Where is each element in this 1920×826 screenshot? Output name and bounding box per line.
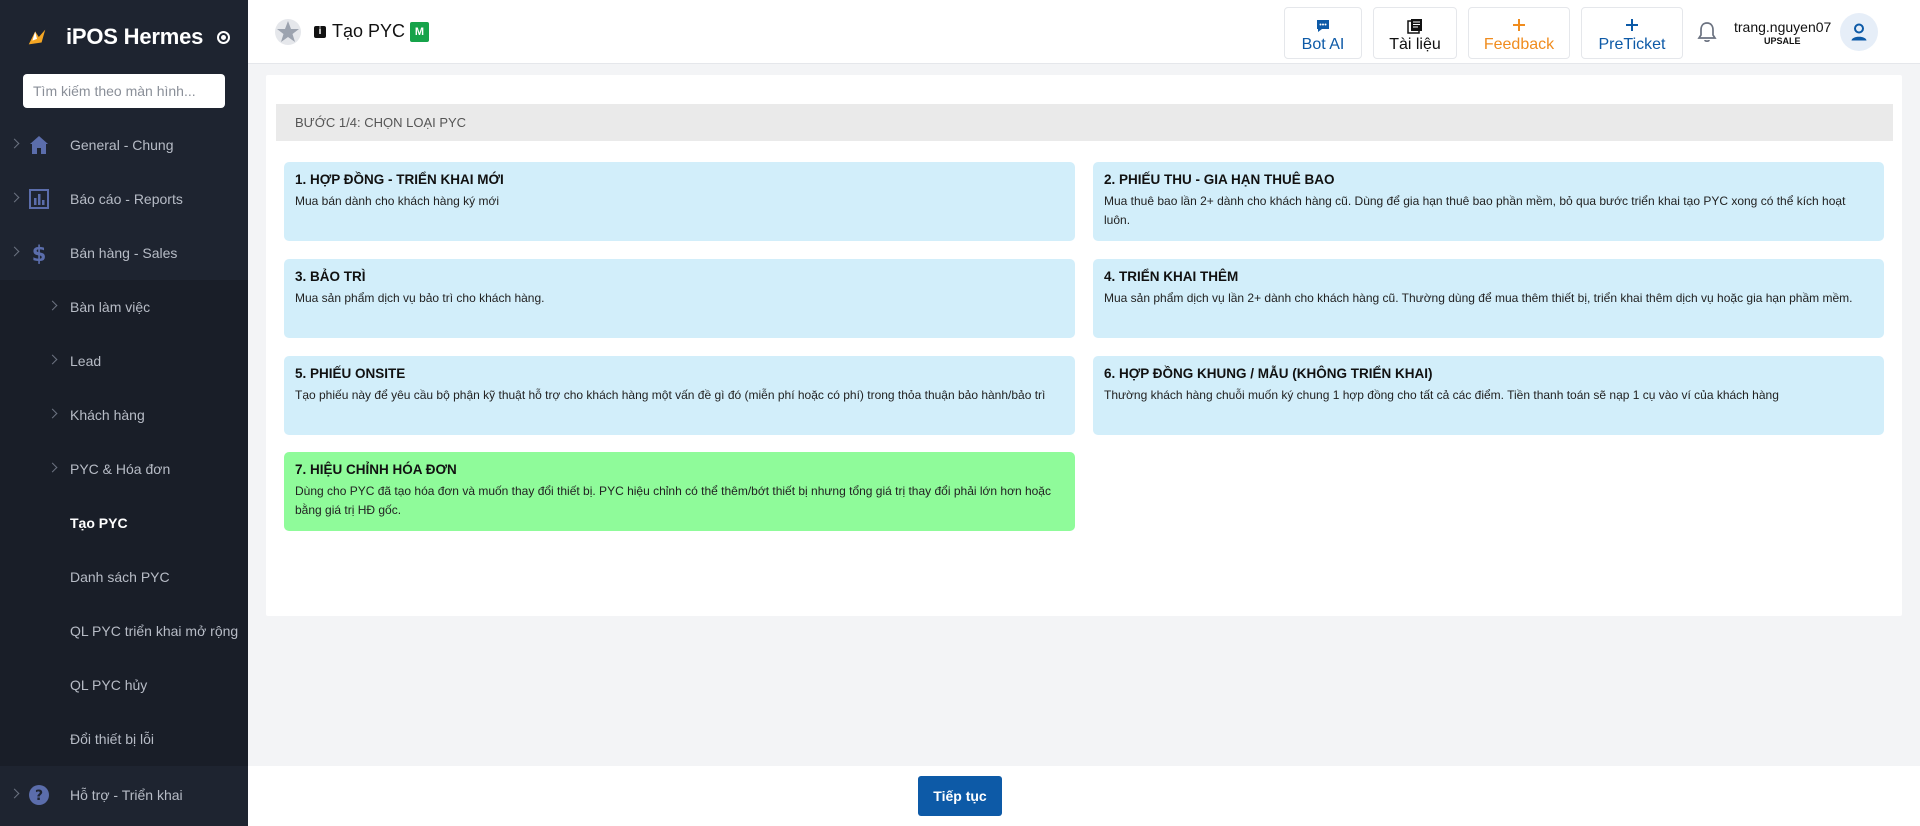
option-description: Mua sản phẩm dịch vụ lần 2+ dành cho khá…	[1104, 291, 1853, 305]
book-icon	[1407, 19, 1422, 34]
info-icon[interactable]: i	[314, 26, 326, 38]
option-phieu-thu-gia-han[interactable]: 2. PHIẾU THU - GIA HẠN THUÊ BAO Mua thuê…	[1093, 162, 1884, 241]
sidebar-item-ql-pyc-huy[interactable]: QL PYC hủy	[0, 658, 248, 712]
home-icon	[30, 136, 48, 154]
option-trien-khai-them[interactable]: 4. TRIỂN KHAI THÊM Mua sản phẩm dịch vụ …	[1093, 259, 1884, 338]
sidebar: iPOS Hermes General - Chung Báo cáo - Re…	[0, 0, 248, 826]
sidebar-item-lead[interactable]: Lead	[0, 334, 248, 388]
option-description: Mua sản phẩm dịch vụ bảo trì cho khách h…	[295, 291, 545, 305]
sidebar-search-input[interactable]	[23, 74, 225, 108]
sidebar-item-khach-hang[interactable]: Khách hàng	[0, 388, 248, 442]
feedback-button[interactable]: Feedback	[1468, 7, 1570, 59]
sidebar-item-label: Khách hàng	[70, 407, 145, 423]
help-icon: ?	[29, 785, 49, 805]
chevron-right-icon	[9, 788, 20, 799]
option-hop-dong-trien-khai-moi[interactable]: 1. HỢP ĐỒNG - TRIỂN KHAI MỚI Mua bán dàn…	[284, 162, 1075, 241]
sidebar-item-sales[interactable]: $ Bán hàng - Sales	[0, 226, 248, 280]
chevron-right-icon	[9, 192, 20, 203]
option-description: Tạo phiếu này để yêu cầu bộ phận kỹ thuậ…	[295, 388, 1046, 402]
step-label: BƯỚC 1/4: CHỌN LOẠI PYC	[295, 115, 467, 130]
sidebar-item-tao-pyc[interactable]: Tạo PYC	[0, 496, 248, 550]
option-title: 1. HỢP ĐỒNG - TRIỂN KHAI MỚI	[295, 172, 504, 187]
option-description: Dùng cho PYC đã tạo hóa đơn và muốn thay…	[295, 484, 1051, 517]
chevron-right-icon	[9, 138, 20, 149]
mode-badge: M	[410, 22, 429, 42]
chevron-right-icon	[47, 408, 58, 419]
sidebar-item-pyc-hoa-don[interactable]: PYC & Hóa đơn	[0, 442, 248, 496]
plus-icon	[1626, 19, 1638, 31]
dollar-icon: $	[32, 242, 47, 265]
main-panel: BƯỚC 1/4: CHỌN LOẠI PYC 1. HỢP ĐỒNG - TR…	[266, 75, 1902, 616]
sidebar-item-label: Bán hàng - Sales	[70, 245, 178, 261]
plus-icon	[1513, 19, 1525, 31]
tai-lieu-label: Tài liệu	[1389, 36, 1441, 53]
ipos-logo-icon	[28, 29, 46, 45]
option-description: Mua thuê bao lần 2+ dành cho khách hàng …	[1104, 194, 1846, 227]
sidebar-item-label: Hỗ trợ - Triển khai	[70, 787, 183, 803]
sidebar-item-label: General - Chung	[70, 137, 174, 153]
feedback-label: Feedback	[1483, 36, 1555, 53]
page-title: Tạo PYC	[332, 21, 406, 41]
option-phieu-onsite[interactable]: 5. PHIẾU ONSITE Tạo phiếu này để yêu cầu…	[284, 356, 1075, 435]
step-header: BƯỚC 1/4: CHỌN LOẠI PYC	[276, 104, 1893, 141]
user-name[interactable]: trang.nguyen07	[1734, 19, 1831, 35]
sidebar-item-label: Bàn làm việc	[70, 299, 151, 315]
tai-lieu-button[interactable]: Tài liệu	[1373, 7, 1457, 59]
option-title: 7. HIỆU CHỈNH HÓA ĐƠN	[295, 462, 457, 477]
option-bao-tri[interactable]: 3. BẢO TRÌ Mua sản phẩm dịch vụ bảo trì …	[284, 259, 1075, 338]
star-icon[interactable]	[274, 18, 302, 46]
chevron-right-icon	[47, 462, 58, 473]
sidebar-item-label: Đổi thiết bị lỗi	[70, 731, 155, 747]
sidebar-item-ql-pyc-trien-khai[interactable]: QL PYC triển khai mở rộng	[0, 604, 248, 658]
app-name: iPOS Hermes	[66, 24, 204, 49]
sidebar-item-label: Danh sách PYC	[70, 569, 170, 585]
option-hop-dong-khung[interactable]: 6. HỢP ĐỒNG KHUNG / MẪU (KHÔNG TRIỂN KHA…	[1093, 356, 1884, 435]
option-title: 2. PHIẾU THU - GIA HẠN THUÊ BAO	[1104, 172, 1335, 187]
sidebar-item-label: Lead	[70, 353, 102, 369]
sidebar-item-ban-lam-viec[interactable]: Bàn làm việc	[0, 280, 248, 334]
preticket-button[interactable]: PreTicket	[1581, 7, 1683, 59]
option-description: Mua bán dành cho khách hàng ký mới	[295, 194, 499, 208]
record-icon[interactable]	[217, 30, 231, 44]
sidebar-item-label: PYC & Hóa đơn	[70, 461, 171, 477]
continue-button[interactable]: Tiếp tục	[918, 776, 1002, 816]
chevron-right-icon	[47, 354, 58, 365]
sidebar-item-doi-thiet-bi-loi[interactable]: Đổi thiết bị lỗi	[0, 712, 248, 766]
user-role: UPSALE	[1764, 36, 1801, 46]
chat-icon	[1317, 20, 1329, 32]
sidebar-item-label: QL PYC hủy	[70, 677, 148, 693]
footer-bar: Tiếp tục	[248, 766, 1920, 826]
bot-ai-label: Bot AI	[1301, 36, 1345, 53]
option-title: 3. BẢO TRÌ	[295, 269, 366, 284]
brand[interactable]: iPOS Hermes	[0, 0, 248, 74]
bar-chart-icon	[29, 189, 49, 209]
sidebar-item-ho-tro[interactable]: ? Hỗ trợ - Triển khai	[0, 768, 248, 822]
preticket-label: PreTicket	[1598, 36, 1666, 53]
avatar[interactable]	[1840, 13, 1878, 51]
option-description: Thường khách hàng chuỗi muốn ký chung 1 …	[1104, 388, 1779, 402]
sidebar-item-label: Tạo PYC	[70, 515, 128, 531]
sidebar-item-reports[interactable]: Báo cáo - Reports	[0, 172, 248, 226]
bell-icon[interactable]	[1695, 20, 1719, 44]
option-hieu-chinh-hoa-don[interactable]: 7. HIỆU CHỈNH HÓA ĐƠN Dùng cho PYC đã tạ…	[284, 452, 1075, 531]
chevron-right-icon	[47, 300, 58, 311]
bot-ai-button[interactable]: Bot AI	[1284, 7, 1362, 59]
user-icon	[1851, 23, 1867, 41]
option-title: 4. TRIỂN KHAI THÊM	[1104, 269, 1239, 284]
sidebar-item-danh-sach-pyc[interactable]: Danh sách PYC	[0, 550, 248, 604]
svg-text:$: $	[32, 242, 47, 265]
top-bar: i Tạo PYC M Bot AI Tài liệu Feedback Pre…	[248, 0, 1920, 64]
sidebar-item-general[interactable]: General - Chung	[0, 118, 248, 172]
chevron-right-icon	[9, 246, 20, 257]
sidebar-item-label: Báo cáo - Reports	[70, 191, 183, 207]
sidebar-item-label: QL PYC triển khai mở rộng	[70, 623, 239, 639]
option-title: 6. HỢP ĐỒNG KHUNG / MẪU (KHÔNG TRIỂN KHA…	[1104, 366, 1433, 381]
option-title: 5. PHIẾU ONSITE	[295, 366, 406, 381]
svg-text:?: ?	[35, 788, 43, 804]
